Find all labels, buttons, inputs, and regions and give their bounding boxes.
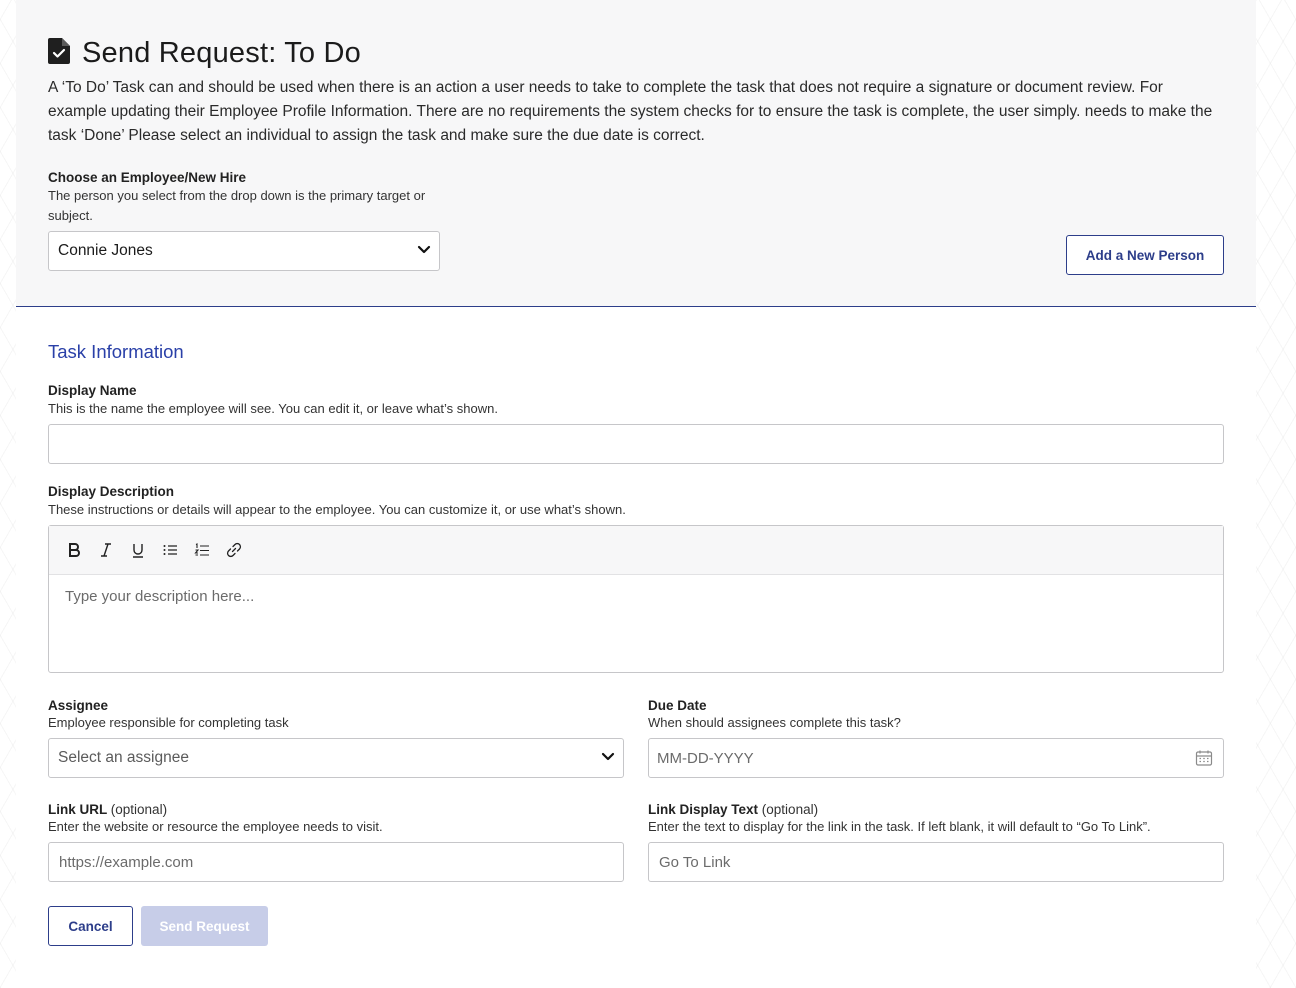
link-text-helper: Enter the text to display for the link i…	[648, 819, 1151, 834]
display-name-helper: This is the name the employee will see. …	[48, 401, 498, 416]
bold-icon[interactable]	[65, 541, 83, 559]
link-url-helper: Enter the website or resource the employ…	[48, 819, 383, 834]
description-editor: Type your description here...	[48, 525, 1224, 673]
display-description-label: Display Description	[48, 484, 175, 499]
italic-icon[interactable]	[97, 541, 115, 559]
link-url-input[interactable]: https://example.com	[48, 842, 624, 882]
optional-tag: (optional)	[110, 802, 168, 817]
link-url-label: Link URL (optional)	[48, 802, 168, 817]
calendar-icon[interactable]	[1195, 749, 1213, 767]
link-icon[interactable]	[225, 541, 243, 559]
assignee-helper: Employee responsible for completing task	[48, 715, 289, 730]
send-request-button[interactable]: Send Request	[141, 906, 268, 946]
section-title: Task Information	[48, 341, 184, 362]
add-new-person-button[interactable]: Add a New Person	[1066, 235, 1224, 275]
description-input[interactable]: Type your description here...	[49, 575, 1223, 618]
page-title: Send Request: To Do	[82, 36, 361, 69]
assignee-placeholder: Select an assignee	[58, 749, 189, 766]
link-text-label: Link Display Text (optional)	[648, 802, 819, 817]
intro-text: A ‘To Do’ Task can and should be used wh…	[48, 79, 1213, 144]
display-name-label: Display Name	[48, 383, 137, 398]
due-date-label: Due Date	[648, 698, 707, 713]
link-text-field: Link Display Text (optional) Enter the t…	[648, 802, 1224, 882]
cancel-button[interactable]: Cancel	[48, 906, 133, 946]
optional-tag: (optional)	[761, 802, 819, 817]
send-request-panel: Send Request: To Do A ‘To Do’ Task can a…	[16, 0, 1256, 988]
link-row: Link URL (optional) Enter the website or…	[48, 802, 1224, 882]
employee-selected-value: Connie Jones	[58, 242, 153, 259]
title-row: Send Request: To Do	[48, 36, 1224, 70]
assignee-field: Assignee Employee responsible for comple…	[48, 698, 624, 778]
due-date-field: Due Date When should assignees complete …	[648, 698, 1224, 778]
employee-label: Choose an Employee/New Hire	[48, 170, 247, 185]
display-description-field: Display Description These instructions o…	[48, 484, 1224, 673]
assignee-label: Assignee	[48, 698, 109, 713]
display-name-input[interactable]	[48, 424, 1224, 464]
chevron-down-icon	[417, 242, 431, 260]
employee-chooser: Choose an Employee/New Hire The person y…	[48, 170, 440, 271]
due-date-placeholder: MM-DD-YYYY	[657, 749, 754, 767]
assignee-due-row: Assignee Employee responsible for comple…	[48, 698, 1224, 778]
employee-helper: The person you select from the drop down…	[48, 188, 426, 223]
chevron-down-icon	[601, 749, 615, 767]
link-text-input[interactable]: Go To Link	[648, 842, 1224, 882]
due-date-input[interactable]: MM-DD-YYYY	[648, 738, 1224, 778]
request-header-section: Send Request: To Do A ‘To Do’ Task can a…	[16, 0, 1256, 307]
numbered-list-icon[interactable]	[193, 541, 211, 559]
assignee-select[interactable]: Select an assignee	[48, 738, 624, 778]
form-actions: Cancel Send Request	[48, 906, 1224, 946]
display-name-field: Display Name This is the name the employ…	[48, 383, 1224, 464]
display-description-helper: These instructions or details will appea…	[48, 502, 626, 517]
editor-toolbar	[49, 526, 1223, 575]
bullet-list-icon[interactable]	[161, 541, 179, 559]
task-information-section: Task Information Display Name This is th…	[16, 307, 1256, 946]
underline-icon[interactable]	[129, 541, 147, 559]
document-check-icon	[48, 37, 70, 69]
link-url-field: Link URL (optional) Enter the website or…	[48, 802, 624, 882]
due-date-helper: When should assignees complete this task…	[648, 715, 901, 730]
employee-select[interactable]: Connie Jones	[48, 231, 440, 271]
